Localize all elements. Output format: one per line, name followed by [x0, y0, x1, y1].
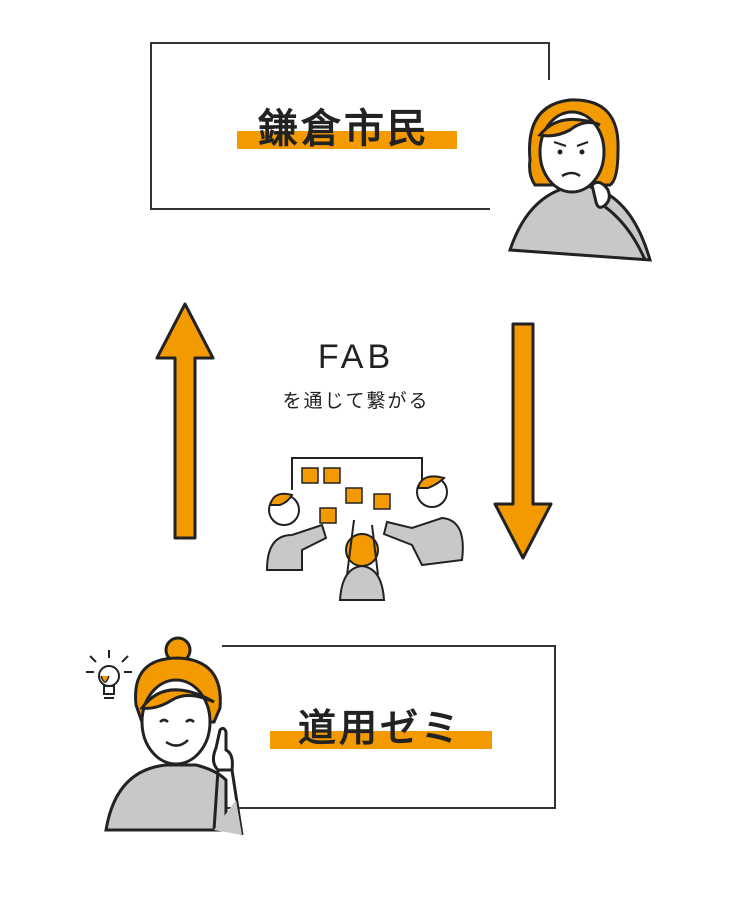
- bottom-box-label: 道用ゼミ: [298, 706, 463, 750]
- center-subtitle: を通じて繋がる: [282, 390, 430, 412]
- up-arrow: [155, 302, 215, 540]
- idea-woman-icon: [104, 636, 244, 836]
- top-box-right-edge: [548, 42, 550, 80]
- workshop-group-icon: [265, 457, 464, 601]
- top-box-label: 鎌倉市民: [258, 106, 430, 152]
- center-title: FAB: [317, 338, 395, 376]
- down-arrow: [493, 322, 553, 560]
- thinking-woman-icon: [507, 98, 653, 262]
